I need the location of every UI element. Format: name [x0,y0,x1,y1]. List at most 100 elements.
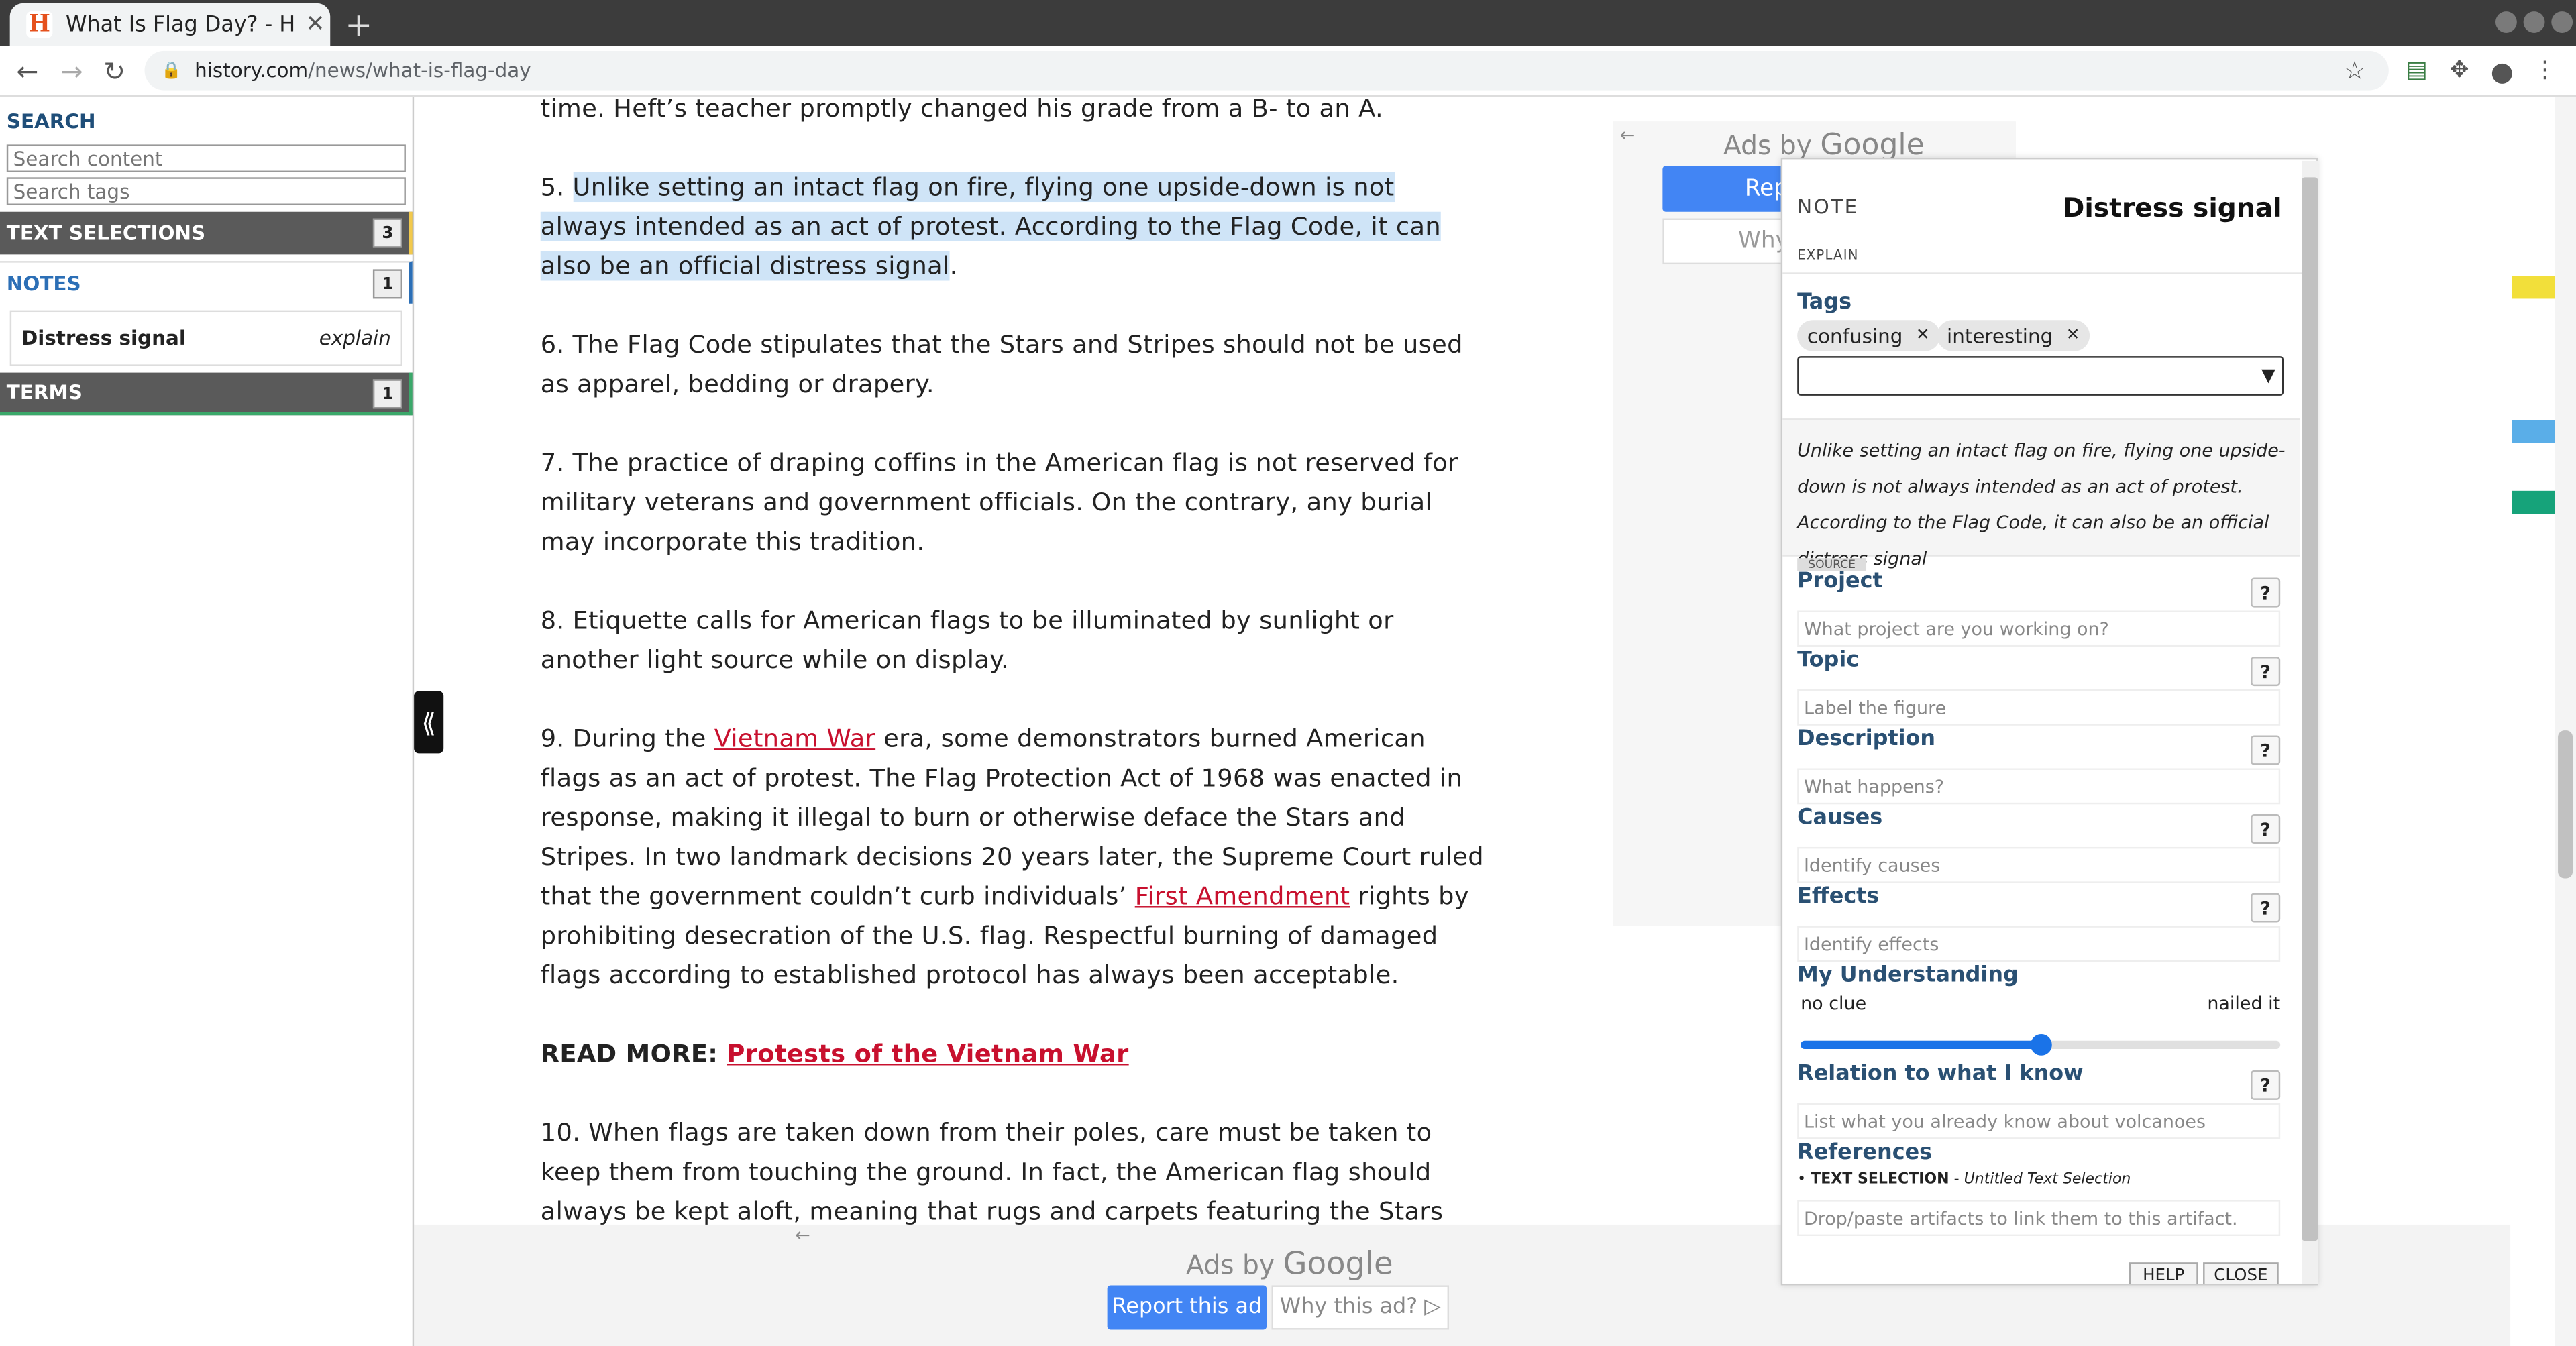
back-arrow-icon[interactable]: ← [16,56,38,87]
topic-label: Topic [1797,648,1860,673]
search-heading: SEARCH [6,109,96,133]
references-label: References [1797,1141,1933,1166]
note-title[interactable]: Distress signal [2063,192,2282,223]
paragraph-end: . [949,251,958,281]
ad-back-arrow-icon[interactable]: ← [1620,125,1635,146]
slider-handle[interactable] [2030,1033,2052,1056]
notes-section[interactable]: NOTES 1 [0,261,413,304]
extensions-puzzle-icon[interactable]: ✥ [2447,58,2473,84]
highlight-marker-blue[interactable] [2512,420,2555,443]
browser-tab[interactable]: H What Is Flag Day? - HISTORY ✕ [9,3,331,46]
help-question-icon[interactable]: ? [2251,893,2281,923]
report-ad-button[interactable]: Rep [1662,166,1794,212]
reference-name: Untitled Text Selection [1964,1172,2131,1189]
text-selections-section[interactable]: TEXT SELECTIONS 3 [0,211,413,255]
article-paragraph-9: 9. During the Vietnam War era, some demo… [541,719,1485,995]
tags-label: Tags [1797,290,1852,315]
note-type: explain [319,327,391,350]
reload-icon[interactable]: ↻ [103,56,125,87]
browser-toolbar: ← → ↻ 🔒 history.com/news/what-is-flag-da… [0,46,2576,97]
article-body: time. Heft’s teacher promptly changed hi… [540,97,1485,1310]
help-question-icon[interactable]: ? [2251,814,2281,844]
why-this-ad-button[interactable]: Why this ad? ▷ [1271,1285,1450,1330]
article-line: time. Heft’s teacher promptly changed hi… [540,97,1384,123]
maximize-window-icon[interactable] [2523,11,2545,33]
profile-avatar-icon[interactable]: ● [2489,55,2515,87]
tag-select[interactable]: ▼ [1797,356,2284,396]
note-panel: NOTE Distress signal EXPLAIN Tags confus… [1780,157,2318,1286]
page-scrollbar-thumb[interactable] [2558,730,2573,879]
relation-input[interactable]: List what you already know about volcano… [1797,1103,2281,1139]
history-favicon-icon: H [26,11,53,38]
forward-arrow-icon[interactable]: → [61,56,83,87]
highlighted-selection[interactable]: Unlike setting an intact flag on fire, f… [540,172,1441,281]
terms-count: 1 [372,379,403,409]
effects-input[interactable]: Identify effects [1797,926,2281,962]
search-tags-input[interactable] [6,177,406,205]
help-question-icon[interactable]: ? [2251,577,2281,608]
understanding-scale: no clue nailed it [1801,993,2280,1015]
understanding-high-label: nailed it [2207,993,2281,1015]
topic-input[interactable]: Label the figure [1797,689,2281,726]
tag-chip: confusing ✕ [1797,320,1940,351]
highlight-marker-yellow[interactable] [2512,276,2555,299]
help-question-icon[interactable]: ? [2251,657,2281,687]
project-input[interactable]: What project are you working on? [1797,610,2281,647]
text-selections-label: TEXT SELECTIONS [6,221,206,245]
help-question-icon[interactable]: ? [2251,735,2281,765]
reference-separator: - [1949,1172,1964,1189]
close-tab-icon[interactable]: ✕ [306,11,325,38]
browser-menu-icon[interactable]: ⋮ [2532,58,2558,84]
page-scrollbar[interactable] [2555,97,2576,1346]
reference-item[interactable]: • TEXT SELECTION - Untitled Text Selecti… [1797,1172,2131,1188]
tag-label: interesting [1947,324,2053,347]
bookmark-star-icon[interactable]: ☆ [2344,56,2366,85]
dropdown-arrow-icon: ▼ [2261,364,2275,386]
why-this-ad-button[interactable]: Why [1662,218,1794,265]
understanding-low-label: no clue [1801,993,1867,1015]
understanding-slider[interactable] [1801,1033,2281,1056]
report-ad-button[interactable]: Report this ad [1107,1285,1267,1330]
note-subtype: EXPLAIN [1797,247,1859,263]
search-content-input[interactable] [6,144,406,172]
extension-app-icon[interactable]: ▤ [2404,58,2430,84]
note-kind: NOTE [1797,195,1859,219]
effects-label: Effects [1797,885,1880,909]
tag-chip: interesting ✕ [1937,320,2090,351]
help-question-icon[interactable]: ? [2251,1070,2281,1100]
close-window-icon[interactable] [2551,11,2573,33]
references-drop-input[interactable]: Drop/paste artifacts to link them to thi… [1797,1200,2281,1237]
paragraph-text: 9. During the [540,724,714,754]
remove-tag-icon[interactable]: ✕ [1916,327,1930,345]
description-input[interactable]: What happens? [1797,768,2281,805]
terms-label: TERMS [6,380,83,404]
paragraph-number: 5. [540,172,573,203]
reference-type: TEXT SELECTION [1811,1172,1949,1189]
notes-count: 1 [372,269,403,299]
text-selections-count: 3 [372,218,403,248]
read-more: READ MORE: Protests of the Vietnam War [541,1034,1485,1074]
ad-back-arrow-icon[interactable]: ← [795,1225,810,1246]
address-bar[interactable]: 🔒 history.com/news/what-is-flag-day ☆ [144,50,2389,91]
quoted-selection: Unlike setting an intact flag on fire, f… [1782,418,2300,569]
collapse-sidebar-button[interactable]: ⟪ [414,691,444,754]
slider-fill [1801,1040,2041,1049]
notes-label: NOTES [6,272,81,295]
highlight-marker-green[interactable] [2512,490,2555,514]
vietnam-war-link[interactable]: Vietnam War [714,724,875,753]
new-tab-icon[interactable]: + [345,5,372,44]
read-more-link[interactable]: Protests of the Vietnam War [727,1039,1129,1068]
note-header: NOTE Distress signal EXPLAIN [1782,159,2317,274]
tag-label: confusing [1807,324,1903,347]
first-amendment-link[interactable]: First Amendment [1135,881,1350,911]
note-scrollbar-thumb[interactable] [2302,177,2318,1241]
note-list-item[interactable]: Distress signal explain [9,310,403,366]
article-paragraph-8: 8. Etiquette calls for American flags to… [540,606,1394,675]
help-button[interactable]: HELP [2129,1262,2198,1284]
causes-input[interactable]: Identify causes [1797,846,2281,883]
close-button[interactable]: CLOSE [2203,1262,2279,1284]
understanding-label: My Understanding [1797,963,2019,989]
terms-section[interactable]: TERMS 1 [0,372,413,416]
minimize-window-icon[interactable] [2496,11,2517,33]
remove-tag-icon[interactable]: ✕ [2066,327,2080,345]
